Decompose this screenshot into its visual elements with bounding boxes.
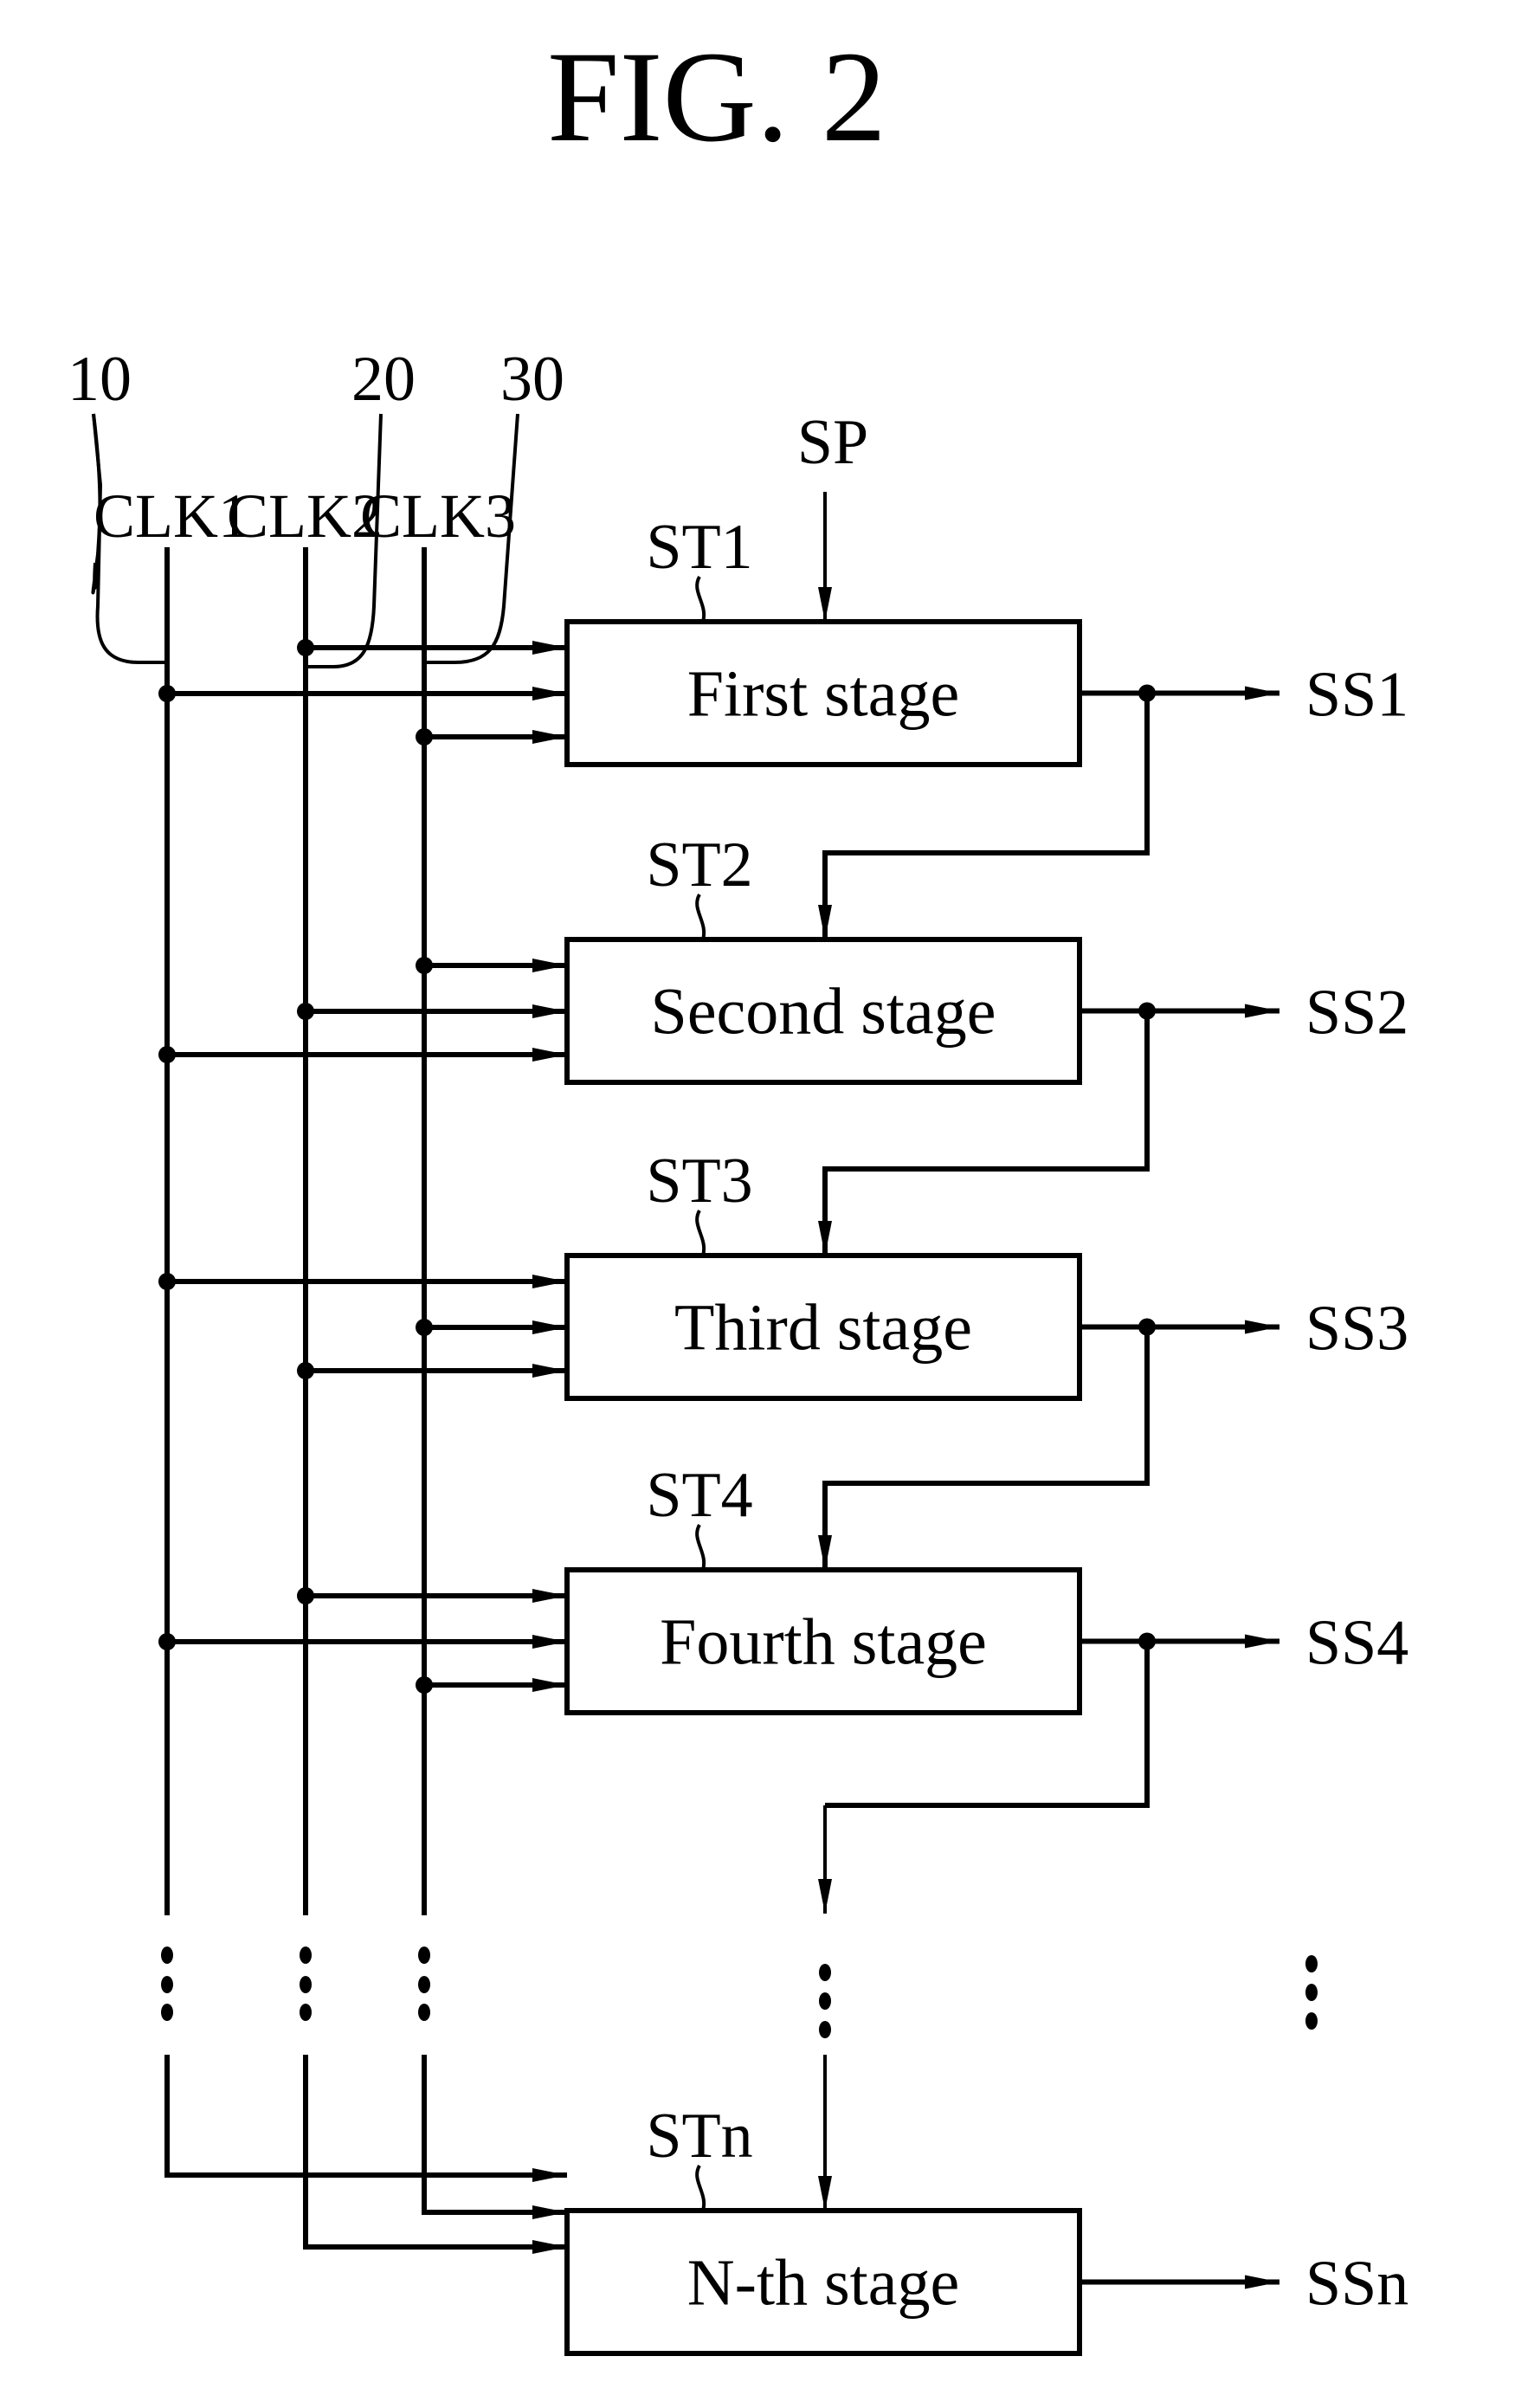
shift-register-diagram: FIG. 2 10 20 30 CLK1 CLK2 CLK3 SP First … xyxy=(68,25,1408,2356)
junction-dot xyxy=(416,1319,433,1336)
junction-dot xyxy=(158,1633,176,1650)
stage-id-leader xyxy=(695,575,706,623)
stage-continuation-dots xyxy=(819,1964,831,2038)
stage-name: N-th stage xyxy=(687,2247,959,2320)
output-signal-label: SS4 xyxy=(1305,1608,1408,1679)
output-signal-label: SS2 xyxy=(1305,978,1408,1049)
stage-5: N-th stage STn SSn xyxy=(564,2101,1408,2356)
stage-name: Fourth stage xyxy=(660,1606,987,1679)
stage-id-label: ST4 xyxy=(646,1460,752,1531)
stages-layer: First stage ST1 SS1 Second stage ST2 SS2 Third… xyxy=(158,512,1408,2356)
clk1-to-nth-stage xyxy=(164,2055,567,2182)
stage-3: Third stage ST3 SS3 xyxy=(158,1146,1408,1570)
output-signal-label: SS3 xyxy=(1305,1294,1408,1365)
junction-dot xyxy=(158,1273,176,1290)
ref-numeral-30: 30 xyxy=(500,344,564,415)
junction-dot xyxy=(297,1587,314,1604)
stage-id-leader xyxy=(695,1523,706,1571)
stage-name: First stage xyxy=(687,658,960,731)
stage-2: Second stage ST2 SS2 xyxy=(158,830,1408,1256)
stage-name: Second stage xyxy=(651,976,996,1049)
stage-id-leader xyxy=(695,893,706,940)
stage-4: Fourth stage ST4 SS4 xyxy=(158,1460,1408,1808)
stage-1: First stage ST1 SS1 xyxy=(158,512,1408,939)
stage-id-label: ST3 xyxy=(646,1146,752,1217)
junction-dot xyxy=(158,1046,176,1063)
figure-title: FIG. 2 xyxy=(547,25,886,169)
junction-dot xyxy=(297,1003,314,1020)
junction-dot xyxy=(158,685,176,702)
junction-dot xyxy=(416,1676,433,1694)
ref-numeral-10: 10 xyxy=(68,344,132,415)
stage-id-leader xyxy=(695,1209,706,1256)
clk2-to-nth-stage xyxy=(303,2055,567,2254)
clock-label-clk3: CLK3 xyxy=(360,481,516,551)
output-signal-label: SS1 xyxy=(1305,660,1408,731)
clk-bus-continuation-dots xyxy=(161,1946,430,2021)
output-continuation-dots xyxy=(1305,1955,1318,2030)
stage-id-label: ST1 xyxy=(646,512,752,583)
clk3-to-nth-stage xyxy=(422,2055,567,2219)
stage-name: Third stage xyxy=(674,1292,972,1365)
junction-dot xyxy=(297,1362,314,1379)
output-signal-label: SSn xyxy=(1305,2249,1408,2320)
clock-label-clk2: CLK2 xyxy=(227,481,383,551)
stage-id-label: ST2 xyxy=(646,830,752,901)
stage-id-leader xyxy=(695,2164,706,2211)
ref-numeral-20: 20 xyxy=(351,344,416,415)
start-pulse-label: SP xyxy=(797,407,868,478)
clock-label-clk1: CLK1 xyxy=(93,481,249,551)
stage-id-label: STn xyxy=(646,2101,752,2172)
junction-dot xyxy=(416,728,433,746)
junction-dot xyxy=(416,957,433,974)
junction-dot xyxy=(297,639,314,656)
